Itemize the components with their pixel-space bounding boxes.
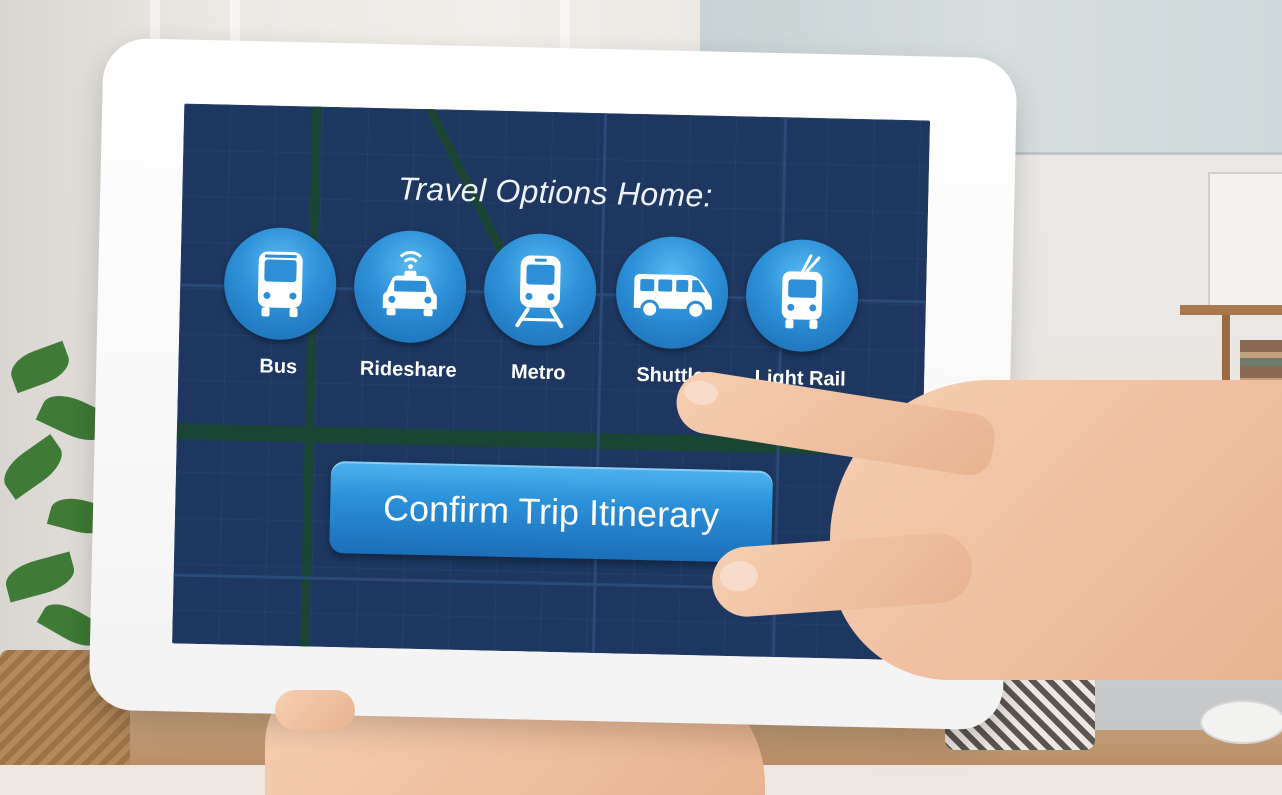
option-rideshare[interactable]: Rideshare	[346, 229, 474, 402]
bus-icon	[257, 251, 303, 318]
confirm-trip-button[interactable]: Confirm Trip Itinerary	[329, 460, 774, 563]
shuttle-van-icon	[633, 273, 712, 320]
option-metro[interactable]: Metro	[476, 232, 604, 405]
option-label: Rideshare	[359, 357, 457, 382]
option-bus[interactable]: Bus	[216, 226, 344, 399]
light-rail-trolley-icon	[781, 254, 823, 329]
screen-title: Travel Options Home:	[397, 170, 714, 214]
option-disc	[744, 238, 860, 353]
holding-thumb	[275, 690, 355, 730]
side-table	[1200, 700, 1282, 744]
wall-shelf	[1180, 305, 1282, 315]
option-disc	[222, 226, 338, 342]
metro-train-icon	[515, 255, 564, 329]
option-label: Bus	[259, 355, 298, 379]
rideshare-car-icon	[382, 251, 437, 317]
option-label: Metro	[510, 361, 566, 385]
option-disc	[614, 235, 730, 350]
travel-options: Bus Rideshare Metro Shuttle Light Rail	[216, 226, 900, 411]
thumbnail	[718, 559, 759, 593]
record-player	[1208, 172, 1282, 308]
option-disc	[482, 232, 598, 347]
option-disc	[352, 229, 468, 344]
fingernail	[682, 378, 720, 408]
